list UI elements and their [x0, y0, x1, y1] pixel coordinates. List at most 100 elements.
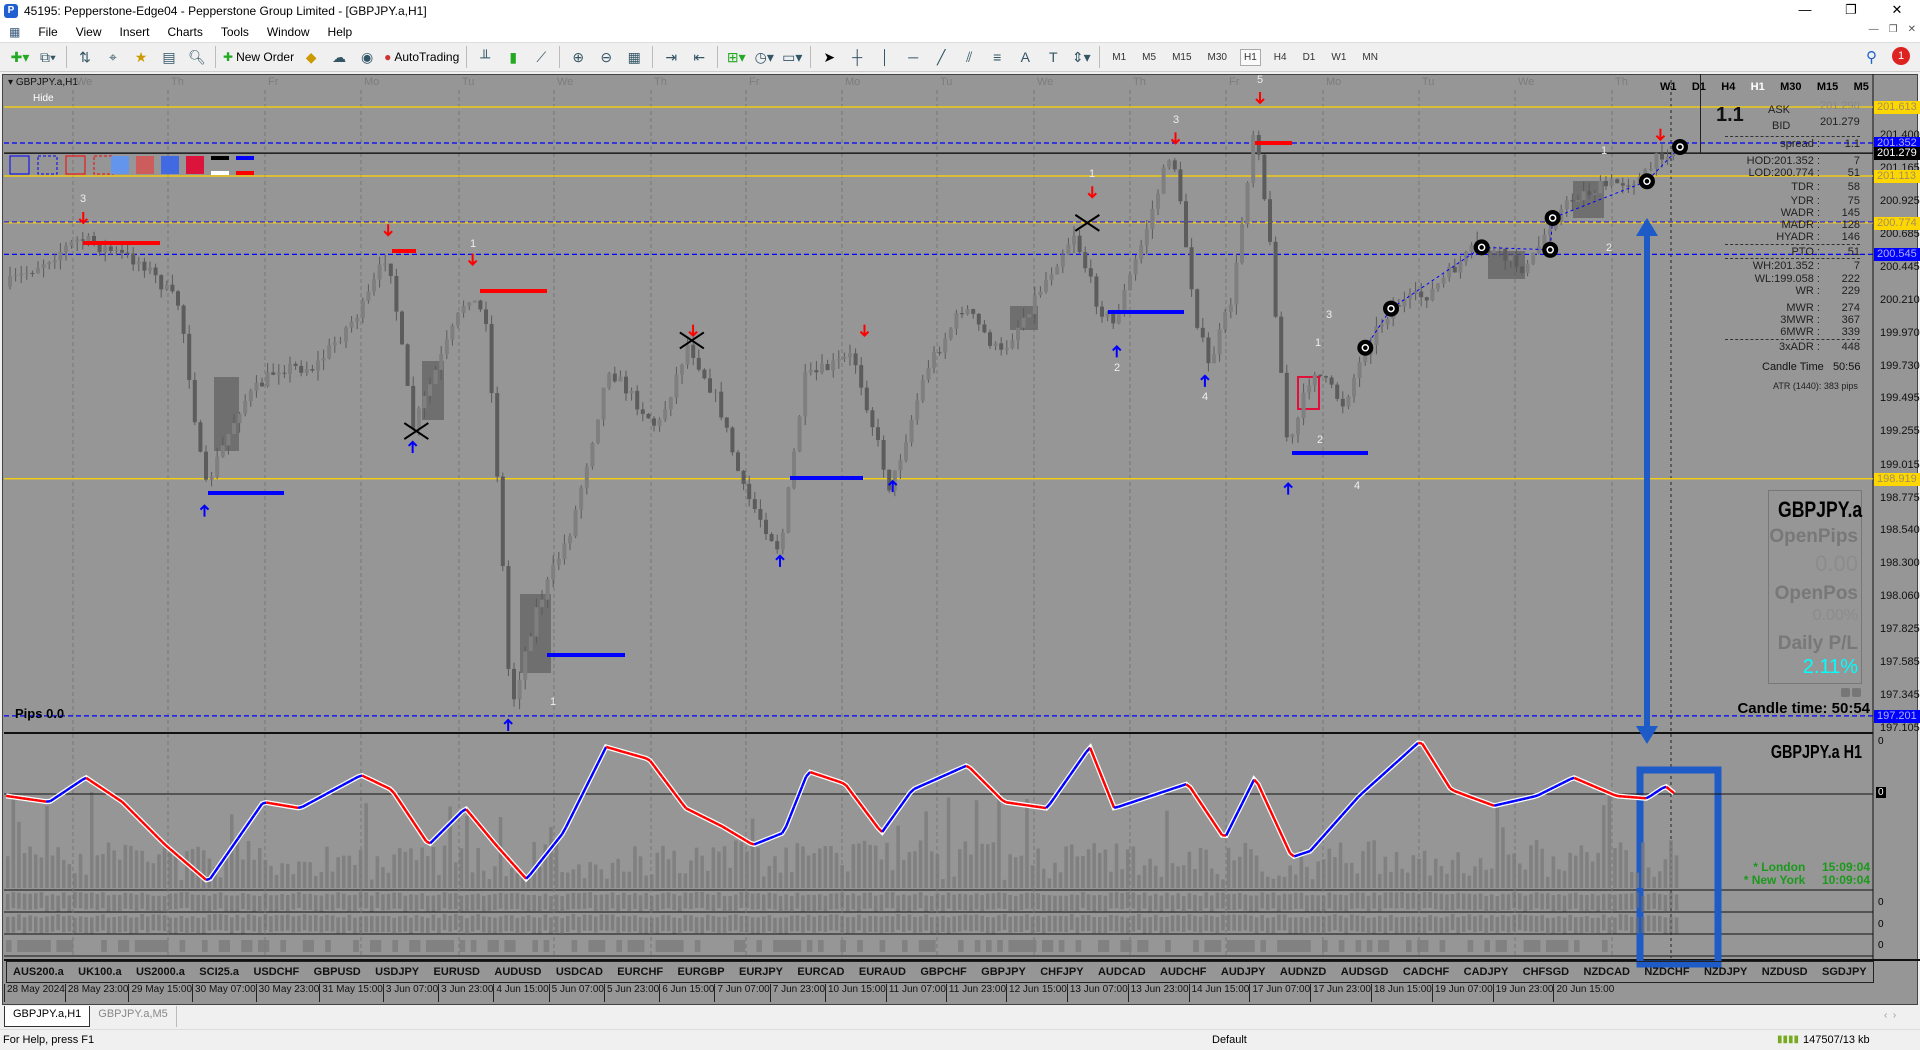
symbol-button[interactable]: AUDCAD [1098, 966, 1146, 978]
periods-icon[interactable]: ◷▾ [753, 46, 775, 68]
symbol-button[interactable]: CADCHF [1403, 966, 1449, 978]
new-chart-icon[interactable]: ✚▾ [9, 46, 31, 68]
candlestick-icon[interactable]: ▮ [502, 46, 524, 68]
timeframe-m5[interactable]: M5 [1139, 50, 1159, 65]
metaeditor-icon[interactable]: ◆ [300, 46, 322, 68]
strategy-tester-icon[interactable]: 🔍︎ [186, 46, 208, 68]
text-icon[interactable]: A [1014, 46, 1036, 68]
symbol-button[interactable]: EURUSD [434, 966, 480, 978]
arrows-icon[interactable]: ⇕▾ [1070, 46, 1092, 68]
timeframe-h4[interactable]: H4 [1271, 50, 1290, 65]
wave-count-label: 3 [1173, 114, 1180, 126]
menu-file[interactable]: File [29, 25, 66, 39]
search-icon[interactable]: ⚲ [1866, 48, 1877, 66]
zoom-out-icon[interactable]: ⊖ [595, 46, 617, 68]
symbol-button[interactable]: GBPCHF [920, 966, 966, 978]
timeframe-m1[interactable]: M1 [1109, 50, 1129, 65]
symbol-button[interactable]: AUDUSD [494, 966, 541, 978]
terminal-icon[interactable]: ▤ [158, 46, 180, 68]
indicators-icon[interactable]: ⊞▾ [725, 46, 747, 68]
menu-window[interactable]: Window [258, 25, 319, 39]
switch-w1[interactable]: W1 [1660, 81, 1677, 93]
timeframe-m15[interactable]: M15 [1169, 50, 1194, 65]
symbol-button[interactable]: UK100.a [78, 966, 121, 978]
menu-insert[interactable]: Insert [110, 25, 158, 39]
symbol-button[interactable]: GBPJPY [981, 966, 1026, 978]
autotrading-button[interactable]: ● AutoTrading [384, 46, 459, 68]
signals-icon[interactable]: ◉ [356, 46, 378, 68]
symbol-button[interactable]: CADJPY [1464, 966, 1509, 978]
templates-icon[interactable]: ▭▾ [781, 46, 803, 68]
tile-windows-icon[interactable]: ▦ [623, 46, 645, 68]
symbol-button[interactable]: NZDCHF [1644, 966, 1689, 978]
symbol-button[interactable]: US2000.a [136, 966, 185, 978]
symbol-button[interactable]: EURAUD [859, 966, 906, 978]
symbol-button[interactable]: AUS200.a [13, 966, 64, 978]
symbol-button[interactable]: NZDJPY [1704, 966, 1747, 978]
crosshair-icon[interactable]: ┼ [846, 46, 868, 68]
symbol-button[interactable]: AUDNZD [1280, 966, 1326, 978]
menu-charts[interactable]: Charts [159, 25, 212, 39]
timeframe-d1[interactable]: D1 [1300, 50, 1319, 65]
panel-toggle-button[interactable] [1852, 688, 1861, 697]
symbol-button[interactable]: EURGBP [678, 966, 725, 978]
symbol-button[interactable]: NZDCAD [1584, 966, 1630, 978]
vps-icon[interactable]: ☁ [328, 46, 350, 68]
autoscroll-icon[interactable]: ⇤ [688, 46, 710, 68]
symbol-button[interactable]: EURCHF [617, 966, 663, 978]
hide-button[interactable]: Hide [33, 93, 54, 104]
symbol-button[interactable]: USDJPY [375, 966, 419, 978]
symbol-button[interactable]: NZDUSD [1762, 966, 1808, 978]
symbol-button[interactable]: CHFJPY [1040, 966, 1083, 978]
timeframe-h1[interactable]: H1 [1239, 48, 1261, 66]
maximize-button[interactable]: ❐ [1828, 0, 1874, 22]
profiles-icon[interactable]: ⧉▾ [37, 46, 59, 68]
navigator-icon[interactable]: ★ [130, 46, 152, 68]
symbol-button[interactable]: USDCHF [253, 966, 299, 978]
line-chart-icon[interactable]: ⟋ [530, 46, 552, 68]
mdi-restore-button[interactable]: ❐ [1889, 24, 1898, 35]
horizontal-line-icon[interactable]: ─ [902, 46, 924, 68]
mdi-close-button[interactable]: ✕ [1908, 24, 1916, 35]
fibonacci-icon[interactable]: ≡ [986, 46, 1008, 68]
chart-window[interactable] [2, 74, 1918, 1005]
tab-gbpjpy-m5[interactable]: GBPJPY.a,M5 [90, 1006, 177, 1027]
market-watch-icon[interactable]: ⇅ [74, 46, 96, 68]
timeframe-w1[interactable]: W1 [1328, 50, 1349, 65]
chart-symbol-label[interactable]: ▾ GBPJPY.a,H1 [8, 77, 78, 88]
symbol-button[interactable]: AUDSGD [1341, 966, 1389, 978]
close-button[interactable]: ✕ [1874, 0, 1920, 22]
tab-scroll-arrows[interactable]: ‹ › [1884, 1010, 1896, 1021]
menu-help[interactable]: Help [319, 25, 362, 39]
cursor-icon[interactable]: ➤ [818, 46, 840, 68]
chart-shift-icon[interactable]: ⇥ [660, 46, 682, 68]
timeframe-mn[interactable]: MN [1359, 50, 1381, 65]
minimize-button[interactable]: — [1782, 0, 1828, 22]
notifications-badge[interactable]: 1 [1892, 47, 1910, 65]
symbol-button[interactable]: SGDJPY [1822, 966, 1867, 978]
timeframe-m30[interactable]: M30 [1205, 50, 1230, 65]
symbol-button[interactable]: AUDJPY [1221, 966, 1266, 978]
menu-tools[interactable]: Tools [212, 25, 258, 39]
symbol-button[interactable]: USDCAD [556, 966, 603, 978]
bar-chart-icon[interactable]: ╨ [474, 46, 496, 68]
trendline-icon[interactable]: ╱ [930, 46, 952, 68]
menu-chart-icon[interactable]: ▦ [0, 25, 29, 39]
vertical-line-icon[interactable]: │ [874, 46, 896, 68]
symbol-button[interactable]: EURJPY [739, 966, 783, 978]
menu-view[interactable]: View [67, 25, 111, 39]
symbol-button[interactable]: AUDCHF [1160, 966, 1206, 978]
data-window-icon[interactable]: ⌖ [102, 46, 124, 68]
equidistant-channel-icon[interactable]: ⫽ [958, 46, 980, 68]
tab-gbpjpy-h1[interactable]: GBPJPY.a,H1 [4, 1006, 91, 1027]
symbol-button[interactable]: GBPUSD [314, 966, 361, 978]
info-label: HOD:201.352 : [1746, 155, 1820, 167]
zoom-in-icon[interactable]: ⊕ [567, 46, 589, 68]
text-label-icon[interactable]: T [1042, 46, 1064, 68]
symbol-button[interactable]: SCI25.a [199, 966, 239, 978]
mdi-minimize-button[interactable]: — [1869, 24, 1879, 35]
new-order-button[interactable]: ✚ New Order [223, 46, 294, 68]
symbol-button[interactable]: CHFSGD [1523, 966, 1569, 978]
symbol-button[interactable]: EURCAD [797, 966, 844, 978]
panel-toggle-button[interactable] [1841, 688, 1850, 697]
